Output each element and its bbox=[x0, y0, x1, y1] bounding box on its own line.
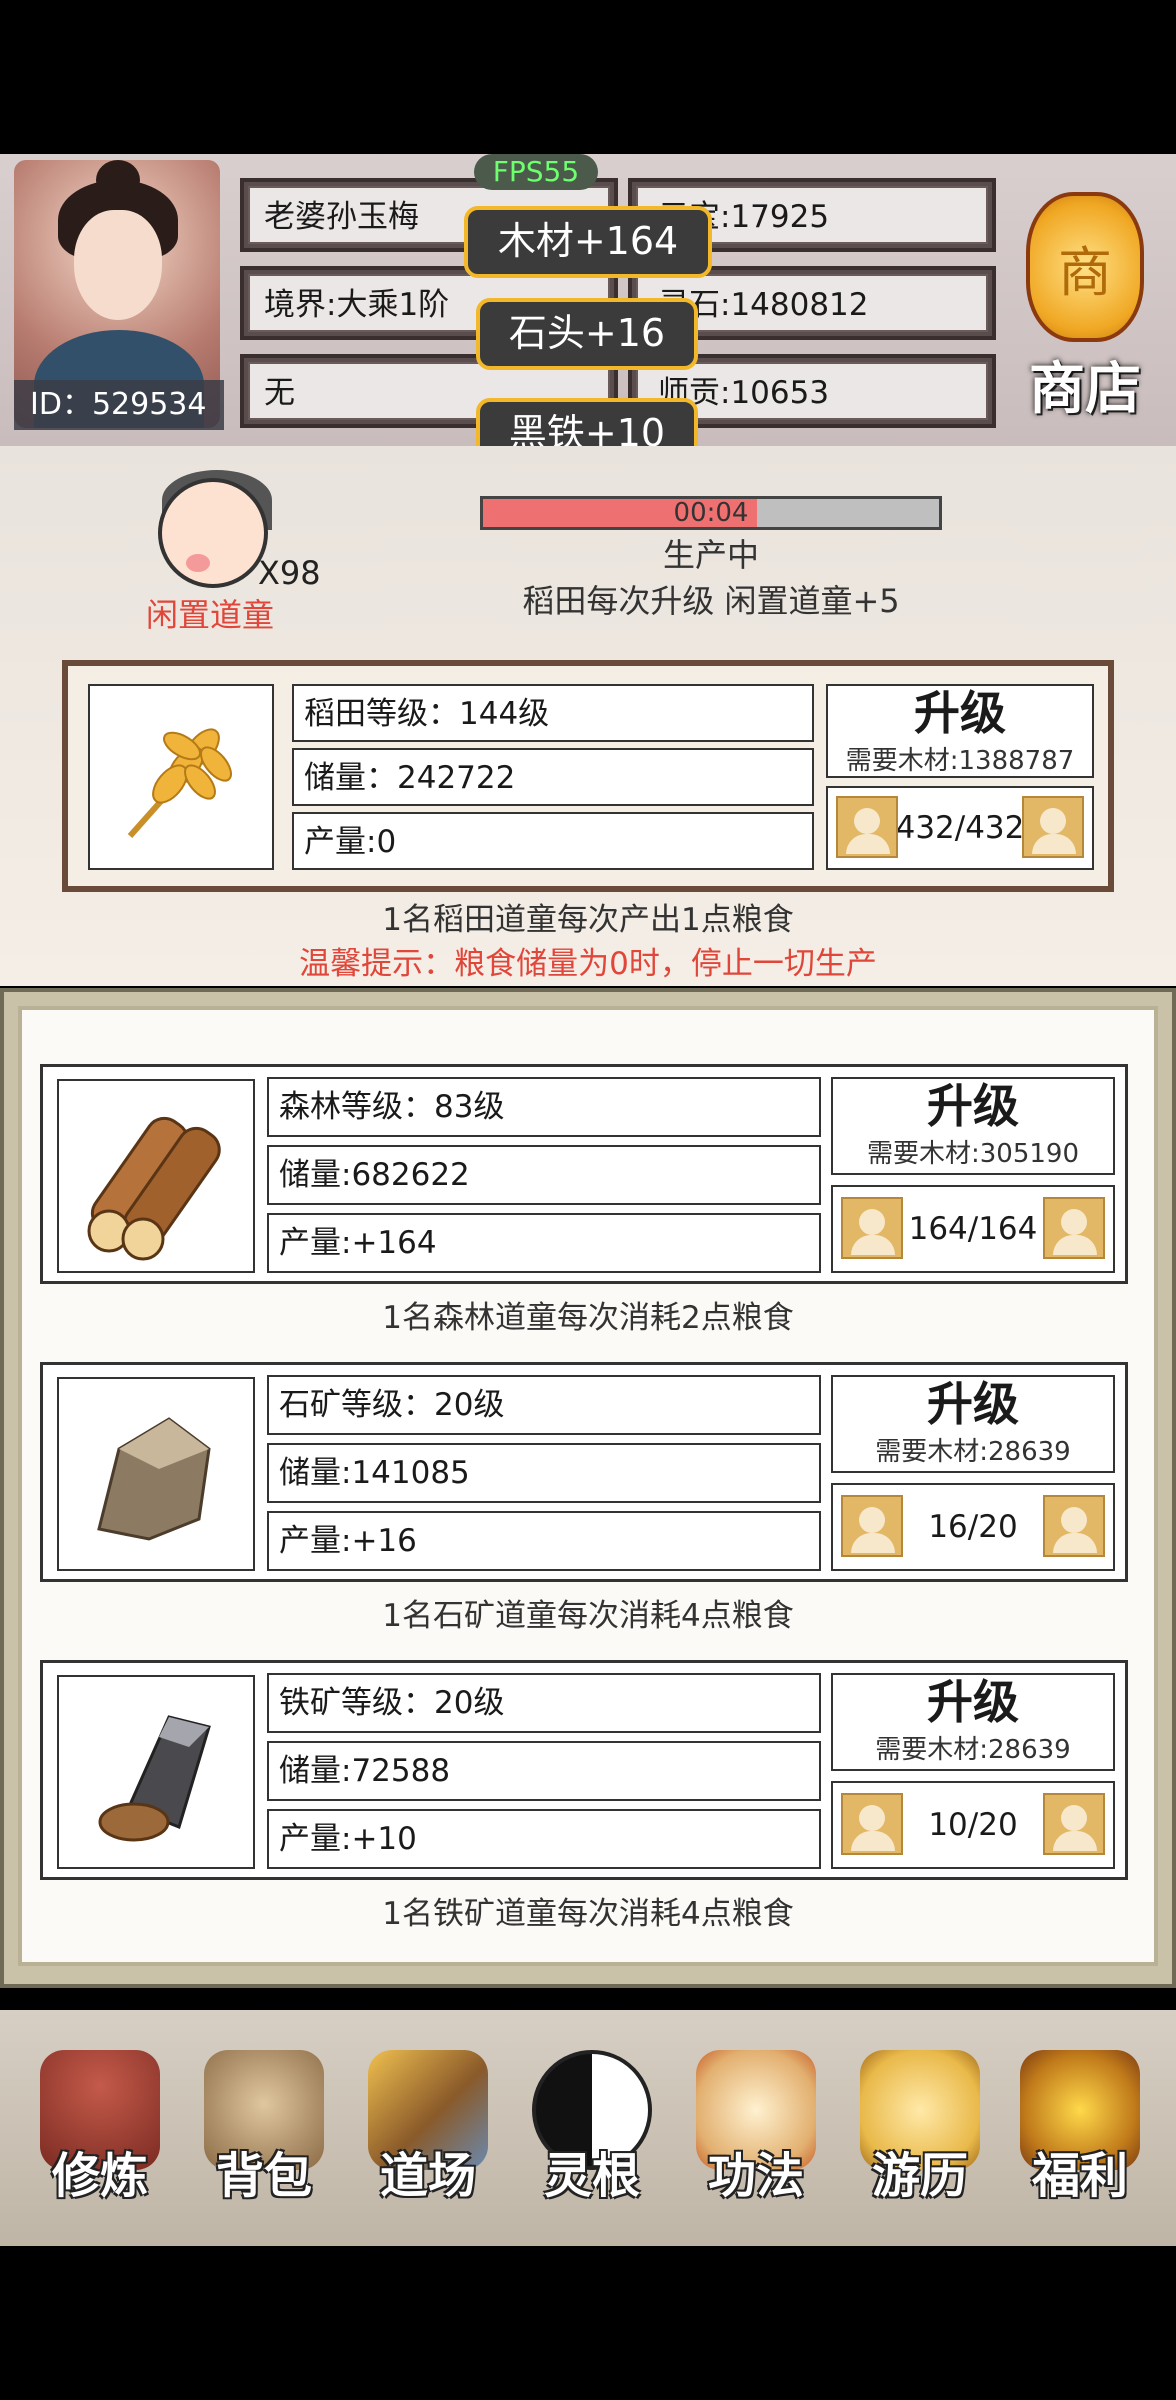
production-status: 生产中 bbox=[662, 536, 759, 574]
forest-card: 森林等级：83级 储量:682622 产量:+164 升级 需要木材:30519… bbox=[40, 1064, 1128, 1284]
upgrade-cost: 需要木材:28639 bbox=[875, 1735, 1071, 1765]
production-progress: 00:04 bbox=[480, 496, 942, 530]
iron-level: 铁矿等级：20级 bbox=[267, 1673, 821, 1733]
nav-label: 背包 bbox=[215, 2148, 312, 2204]
iron-description: 1名铁矿道童每次消耗4点粮食 bbox=[382, 1896, 794, 1932]
upgrade-cost: 需要木材:28639 bbox=[875, 1437, 1071, 1467]
shop-sign: 商 bbox=[1058, 240, 1112, 304]
nav-label: 修炼 bbox=[51, 2148, 148, 2204]
forest-worker-slots: 164/164 bbox=[831, 1185, 1115, 1273]
remove-worker-icon[interactable] bbox=[841, 1197, 903, 1259]
forest-output: 产量:+164 bbox=[267, 1213, 821, 1273]
upgrade-label: 升级 bbox=[914, 686, 1006, 740]
forest-level: 森林等级：83级 bbox=[267, 1077, 821, 1137]
stone-worker-slots: 16/20 bbox=[831, 1483, 1115, 1571]
idle-count: X98 bbox=[258, 554, 321, 592]
shop-button[interactable]: 商 商店 bbox=[1008, 172, 1162, 432]
farm-worker-slots: 432/432 bbox=[826, 786, 1094, 870]
iron-output: 产量:+10 bbox=[267, 1809, 821, 1869]
farm-warning: 温馨提示：粮食储量为0时，停止一切生产 bbox=[299, 946, 877, 982]
add-worker-icon[interactable] bbox=[1043, 1495, 1105, 1557]
stone-card: 石矿等级：20级 储量:141085 产量:+16 升级 需要木材:28639 … bbox=[40, 1362, 1128, 1582]
add-worker-icon[interactable] bbox=[1043, 1197, 1105, 1259]
upgrade-label: 升级 bbox=[927, 1675, 1019, 1729]
nav-spirit-root[interactable]: 灵根 bbox=[514, 2040, 670, 2230]
iron-ore-icon bbox=[57, 1675, 255, 1869]
nav-label: 道场 bbox=[379, 2148, 476, 2204]
nav-cultivate[interactable]: 修炼 bbox=[22, 2040, 178, 2230]
fps-counter: FPS55 bbox=[474, 154, 598, 190]
lantern-icon: 商 bbox=[1026, 192, 1144, 342]
nav-dojo[interactable]: 道场 bbox=[350, 2040, 506, 2230]
upgrade-cost: 需要木材:305190 bbox=[866, 1139, 1079, 1169]
nav-welfare[interactable]: 福利 bbox=[1002, 2040, 1158, 2230]
remove-worker-icon[interactable] bbox=[841, 1793, 903, 1855]
iron-storage: 储量:72588 bbox=[267, 1741, 821, 1801]
production-hint: 稻田每次升级 闲置道童+5 bbox=[522, 582, 900, 620]
stone-storage: 储量:141085 bbox=[267, 1443, 821, 1503]
add-worker-icon[interactable] bbox=[1043, 1793, 1105, 1855]
nav-label: 功法 bbox=[707, 2148, 804, 2204]
forest-storage: 储量:682622 bbox=[267, 1145, 821, 1205]
forest-upgrade-button[interactable]: 升级 需要木材:305190 bbox=[831, 1077, 1115, 1175]
shop-label: 商店 bbox=[1029, 356, 1141, 422]
upgrade-label: 升级 bbox=[927, 1377, 1019, 1431]
forest-description: 1名森林道童每次消耗2点粮食 bbox=[382, 1300, 794, 1336]
nav-label: 灵根 bbox=[543, 2148, 640, 2204]
wheat-icon bbox=[88, 684, 274, 870]
remove-worker-icon[interactable] bbox=[841, 1495, 903, 1557]
remove-worker-icon[interactable] bbox=[836, 796, 898, 858]
stone-output: 产量:+16 bbox=[267, 1511, 821, 1571]
stone-description: 1名石矿道童每次消耗4点粮食 bbox=[382, 1598, 794, 1634]
farm-description: 1名稻田道童每次产出1点粮食 bbox=[382, 902, 794, 938]
nav-label: 福利 bbox=[1031, 2148, 1128, 2204]
stone-icon bbox=[57, 1377, 255, 1571]
farm-storage: 储量：242722 bbox=[292, 748, 814, 806]
farm-level: 稻田等级：144级 bbox=[292, 684, 814, 742]
farm-upgrade-button[interactable]: 升级 需要木材:1388787 bbox=[826, 684, 1094, 778]
upgrade-label: 升级 bbox=[927, 1079, 1019, 1133]
iron-worker-slots: 10/20 bbox=[831, 1781, 1115, 1869]
add-worker-icon[interactable] bbox=[1022, 796, 1084, 858]
stone-upgrade-button[interactable]: 升级 需要木材:28639 bbox=[831, 1375, 1115, 1473]
iron-card: 铁矿等级：20级 储量:72588 产量:+10 升级 需要木材:28639 1… bbox=[40, 1660, 1128, 1880]
wood-icon bbox=[57, 1079, 255, 1273]
toast-wood: 木材+164 bbox=[464, 206, 712, 278]
stone-level: 石矿等级：20级 bbox=[267, 1375, 821, 1435]
nav-label: 游历 bbox=[871, 2148, 968, 2204]
idle-label: 闲置道童 bbox=[146, 596, 275, 634]
toast-stone: 石头+16 bbox=[476, 298, 698, 370]
player-id: ID：529534 bbox=[14, 380, 224, 430]
farm-card: 稻田等级：144级 储量：242722 产量:0 升级 需要木材:1388787… bbox=[62, 660, 1114, 892]
nav-bag[interactable]: 背包 bbox=[186, 2040, 342, 2230]
progress-timer: 00:04 bbox=[673, 498, 749, 528]
nav-travel[interactable]: 游历 bbox=[842, 2040, 998, 2230]
nav-technique[interactable]: 功法 bbox=[678, 2040, 834, 2230]
iron-upgrade-button[interactable]: 升级 需要木材:28639 bbox=[831, 1673, 1115, 1771]
farm-output: 产量:0 bbox=[292, 812, 814, 870]
upgrade-cost: 需要木材:1388787 bbox=[845, 746, 1075, 776]
